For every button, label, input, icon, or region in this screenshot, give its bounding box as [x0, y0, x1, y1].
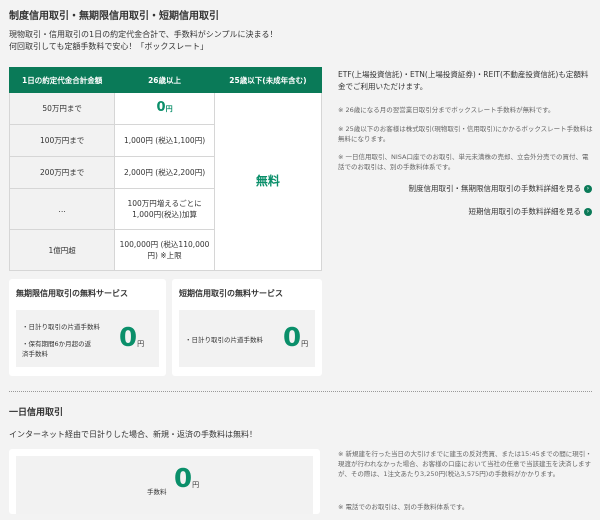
- card-inner: ・日計り取引の片道手数料 0円: [179, 310, 315, 367]
- note-phone-trading: ※ 電話でのお取引は、別の手数料体系です。: [338, 503, 469, 511]
- card-title: 無期限信用取引の無料サービス: [16, 289, 128, 298]
- chevron-right-icon: ›: [584, 185, 592, 193]
- card-day-trading-fee: 手数料 0円: [9, 449, 320, 514]
- fee-label: 手数料: [147, 488, 167, 496]
- card-title: 短期信用取引の無料サービス: [179, 289, 283, 298]
- link-tanki-detail[interactable]: 短期信用取引の手数料詳細を見る ›: [468, 206, 592, 217]
- amount-unit: 円: [192, 481, 200, 489]
- row-label: 50万円まで: [8, 92, 116, 125]
- card-mukigen-free-service: 無期限信用取引の無料サービス ・日計り取引の片道手数料 ・保有期間6か月超の返済…: [9, 279, 166, 376]
- fee-amount: 0円: [174, 464, 199, 494]
- free-label: 無料: [255, 173, 280, 188]
- table-header-amount: 1日の約定代金合計金額: [8, 67, 116, 93]
- row-fee: 2,000円 (税込2,200円): [114, 156, 215, 189]
- section-title-margin-trading: 制度信用取引・無期限信用取引・短期信用取引: [9, 11, 219, 22]
- day-trading-desc: インターネット経由で日計りした場合、新規・返済の手数料は無料！: [9, 430, 257, 439]
- free-amount: 0円: [119, 323, 144, 353]
- note-day-trading-settlement: ※ 新規建を行った当日の大引けまでに建玉の反対売買、または15:45までの間に現…: [338, 450, 592, 478]
- row-fee: 0円: [114, 92, 215, 125]
- zero-fee-amount: 0: [156, 100, 166, 115]
- free-amount: 0円: [283, 323, 308, 353]
- note-age-26: ※ 26歳になる月の翌営業日取引分までボックスレート手数料が無料です。: [338, 106, 555, 114]
- row-label: 1億円超: [8, 229, 116, 271]
- free-item: ・日計り取引の片道手数料: [22, 323, 100, 331]
- amount-number: 0: [119, 323, 138, 353]
- table-header-26-over: 26歳以上: [114, 67, 215, 93]
- amount-unit: 円: [137, 340, 145, 348]
- card-inner: ・日計り取引の片道手数料 ・保有期間6か月超の返済手数料 0円: [16, 310, 159, 367]
- amount-number: 0: [283, 323, 302, 353]
- section-divider: [9, 391, 592, 392]
- zero-fee-unit: 円: [165, 105, 173, 113]
- table-row: 50万円まで 0円 無料: [8, 92, 323, 271]
- link-seido-mukigen-detail[interactable]: 制度信用取引・無期限信用取引の手数料詳細を見る ›: [408, 183, 592, 194]
- note-age-25: ※ 25歳以下のお客様は株式取引(現物取引・信用取引)にかかるボックスレート手数…: [338, 125, 593, 143]
- row-fee: 100,000円 (税込110,000円) ※上限: [114, 229, 215, 271]
- intro-line-1: 現物取引・信用取引の1日の約定代金合計で、手数料がシンプルに決まる！: [9, 30, 278, 39]
- free-item: ・日計り取引の片道手数料: [185, 336, 263, 344]
- link-label: 短期信用取引の手数料詳細を見る: [468, 207, 582, 216]
- intro-line-2: 何回取引しても定額手数料で安心！「ボックスレート」: [9, 42, 209, 51]
- note-other-fees: ※ 一日信用取引、NISA口座でのお取引、単元未満株の売却、立会外分売での買付、…: [338, 153, 589, 171]
- free-item: ・保有期間6か月超の返済手数料: [22, 340, 92, 358]
- card-tanki-free-service: 短期信用取引の無料サービス ・日計り取引の片道手数料 0円: [172, 279, 322, 376]
- chevron-right-icon: ›: [584, 208, 592, 216]
- amount-number: 0: [174, 464, 193, 494]
- fee-table: 1日の約定代金合計金額 26歳以上 25歳以下(未成年含む) 50万円まで 0円…: [8, 67, 323, 271]
- row-label: …: [8, 188, 116, 230]
- amount-unit: 円: [301, 340, 309, 348]
- young-fee-cell: 無料: [213, 92, 323, 271]
- row-label: 200万円まで: [8, 156, 116, 189]
- row-label: 100万円まで: [8, 124, 116, 157]
- row-fee: 100万円増えるごとに1,000円(税込)加算: [114, 188, 215, 230]
- section-title-day-trading: 一日信用取引: [9, 408, 64, 418]
- row-fee: 1,000円 (税込1,100円): [114, 124, 215, 157]
- table-header-25-under: 25歳以下(未成年含む): [213, 67, 323, 93]
- link-label: 制度信用取引・無期限信用取引の手数料詳細を見る: [408, 184, 582, 193]
- card-inner: 手数料 0円: [16, 456, 313, 514]
- etf-text: ETF(上場投資信託)・ETN(上場投資証券)・REIT(不動産投資信託)も定額…: [338, 70, 589, 91]
